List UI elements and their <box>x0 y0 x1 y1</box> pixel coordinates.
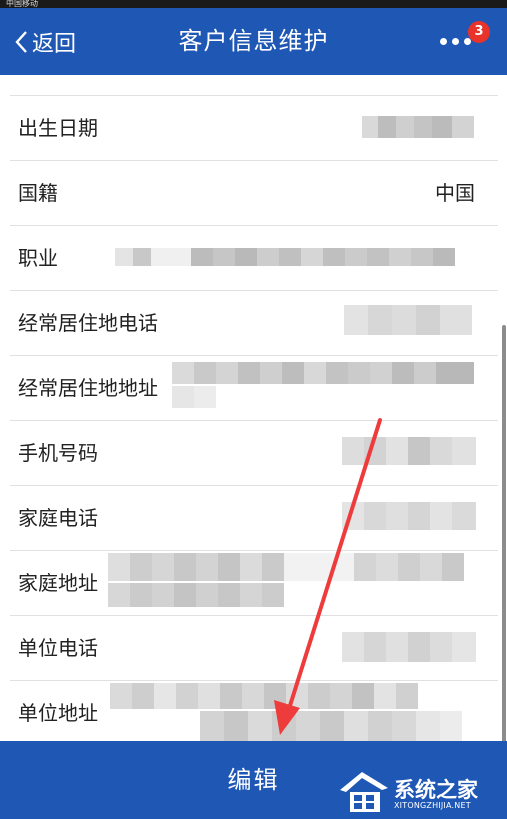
house-logo-icon <box>340 772 388 812</box>
row-label: 国籍 <box>18 181 58 205</box>
blurred-value <box>115 248 455 266</box>
row-label: 职业 <box>18 246 58 270</box>
back-label: 返回 <box>32 31 77 57</box>
row-home-phone[interactable]: 家庭电话 <box>0 486 507 550</box>
status-bar: 中国移动 <box>0 0 507 8</box>
row-label: 家庭电话 <box>18 506 98 530</box>
blurred-value <box>342 437 476 465</box>
watermark-name: 系统之家 <box>394 778 478 802</box>
row-residence-address[interactable]: 经常居住地地址 <box>0 356 507 420</box>
navbar: 返回 客户信息维护 3 <box>0 8 507 75</box>
row-label: 单位地址 <box>18 701 98 725</box>
blurred-value <box>342 632 476 662</box>
row-mobile-number[interactable]: 手机号码 <box>0 421 507 485</box>
scrollbar[interactable] <box>502 325 506 741</box>
row-label: 经常居住地电话 <box>18 311 158 335</box>
row-label: 经常居住地地址 <box>18 376 158 400</box>
customer-info-list[interactable]: 出生日期 国籍 中国 职业 经常居住地电话 经常居住地地址 手机号码 家庭电话 … <box>0 75 507 741</box>
blurred-value-line2 <box>172 386 216 408</box>
blurred-value <box>362 116 474 138</box>
page-title: 客户信息维护 <box>178 27 329 55</box>
blurred-value-line2 <box>200 711 462 741</box>
row-label: 家庭地址 <box>18 571 98 595</box>
row-work-address[interactable]: 单位地址 <box>0 681 507 741</box>
row-nationality[interactable]: 国籍 中国 <box>0 161 507 225</box>
row-birth-date[interactable]: 出生日期 <box>0 96 507 160</box>
row-value: 中国 <box>435 181 475 205</box>
more-dots-icon <box>440 38 447 45</box>
notification-badge: 3 <box>468 21 490 43</box>
blurred-value-line2 <box>108 583 284 607</box>
row-label: 手机号码 <box>18 441 98 465</box>
row-work-phone[interactable]: 单位电话 <box>0 616 507 680</box>
blurred-value <box>172 362 474 384</box>
row-label: 单位电话 <box>18 636 98 660</box>
back-button[interactable]: 返回 <box>14 8 76 75</box>
row-home-address[interactable]: 家庭地址 <box>0 551 507 615</box>
blurred-value <box>108 553 464 581</box>
blurred-value <box>342 502 476 530</box>
watermark-url: XITONGZHIJIA.NET <box>394 801 471 810</box>
more-dot <box>452 38 459 45</box>
chevron-left-icon <box>15 30 27 53</box>
watermark-logo: 系统之家 XITONGZHIJIA.NET <box>336 768 506 814</box>
row-occupation[interactable]: 职业 <box>0 226 507 290</box>
row-label: 出生日期 <box>18 116 98 140</box>
row-residence-phone[interactable]: 经常居住地电话 <box>0 291 507 355</box>
blurred-value <box>344 305 472 335</box>
carrier-text: 中国移动 <box>6 0 38 8</box>
blurred-value <box>110 683 418 709</box>
